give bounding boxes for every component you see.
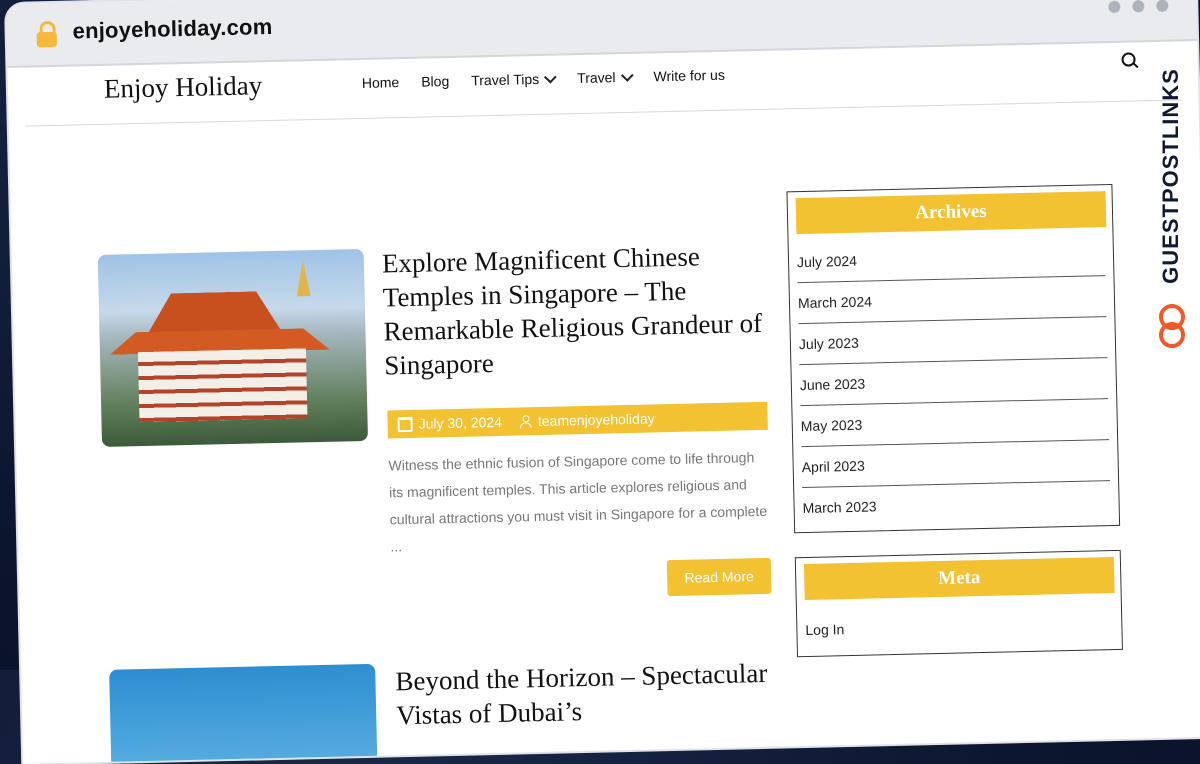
archives-widget: Archives July 2024 March 2024 July 2023 …	[786, 183, 1121, 534]
watermark-text: GUESTPOSTLINKS	[1158, 68, 1183, 284]
post-author[interactable]: teamenjoyeholiday	[538, 410, 655, 429]
main-nav: Home Blog Travel Tips Travel Write for u…	[362, 67, 725, 91]
nav-home[interactable]: Home	[362, 74, 400, 91]
log-in-link[interactable]: Log In	[797, 601, 1122, 652]
site-logo[interactable]: Enjoy Holiday	[104, 70, 263, 105]
post-thumbnail[interactable]	[97, 248, 369, 447]
user-icon	[520, 415, 532, 427]
window-dot-icon[interactable]	[1156, 0, 1169, 12]
archive-link[interactable]: July 2024	[796, 235, 1106, 284]
nav-blog[interactable]: Blog	[421, 73, 449, 90]
browser-window: enjoyeholiday.com Enjoy Holiday Home Blo…	[6, 0, 1200, 764]
nav-write-for-us[interactable]: Write for us	[653, 67, 725, 85]
archive-link[interactable]: May 2023	[800, 399, 1110, 448]
link-icon	[1159, 304, 1185, 348]
post-title[interactable]: Explore Magnificent Chinese Temples in S…	[382, 238, 765, 383]
post-thumbnail[interactable]	[109, 663, 378, 764]
archive-link[interactable]: April 2023	[801, 440, 1111, 489]
post-date[interactable]: July 30, 2024	[418, 414, 502, 432]
meta-widget: Meta Log In	[794, 549, 1123, 658]
guestpostlinks-watermark: GUESTPOSTLINKS	[1156, 58, 1186, 358]
archive-link[interactable]: June 2023	[799, 358, 1109, 407]
widget-title: Meta	[803, 557, 1115, 601]
search-icon[interactable]	[1121, 52, 1139, 69]
read-more-button[interactable]: Read More	[666, 557, 772, 597]
archive-link[interactable]: July 2023	[798, 317, 1108, 366]
post-excerpt: Witness the ethnic fusion of Singapore c…	[388, 449, 768, 555]
archives-list: July 2024 March 2024 July 2023 June 2023…	[789, 235, 1119, 528]
post-title[interactable]: Beyond the Horizon – Spectacular Vistas …	[395, 656, 776, 733]
post-meta: July 30, 2024 teamenjoyeholiday	[387, 401, 768, 439]
widget-title: Archives	[795, 191, 1107, 235]
window-controls	[1108, 0, 1169, 13]
calendar-icon	[397, 416, 413, 432]
window-dot-icon[interactable]	[1132, 0, 1145, 13]
url-text[interactable]: enjoyeholiday.com	[72, 14, 272, 45]
lock-icon	[36, 20, 57, 48]
archive-link[interactable]: March 2023	[802, 481, 1111, 528]
archive-link[interactable]: March 2024	[797, 276, 1107, 325]
nav-travel-tips[interactable]: Travel Tips	[471, 70, 557, 88]
window-dot-icon[interactable]	[1108, 0, 1121, 13]
chevron-down-icon	[544, 70, 557, 84]
nav-travel[interactable]: Travel	[577, 68, 634, 86]
chevron-down-icon	[620, 68, 634, 82]
